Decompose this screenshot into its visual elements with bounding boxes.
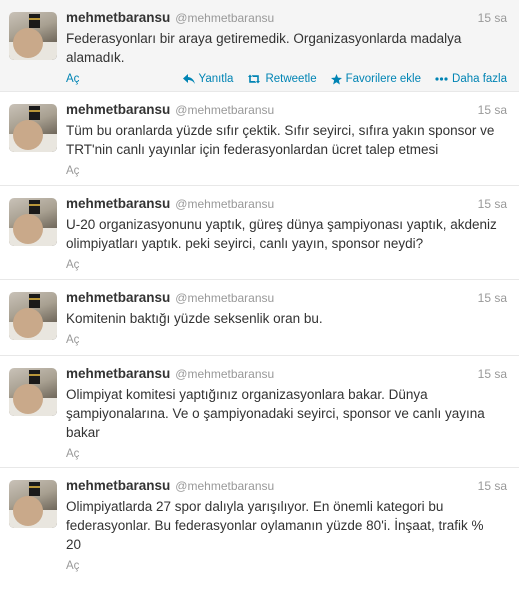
tweet-timestamp[interactable]: 15 sa: [478, 291, 507, 305]
tweet-footer: Aç: [66, 446, 507, 462]
tweet-text: Tüm bu oranlarda yüzde sıfır çektik. Sıf…: [66, 123, 495, 157]
retweet-icon: [248, 74, 261, 84]
avatar[interactable]: [9, 104, 57, 152]
tweet-text: U-20 organizasyonunu yaptık, güreş dünya…: [66, 217, 497, 251]
favorite-label: Favorilere ekle: [345, 73, 422, 85]
reply-icon: [182, 74, 195, 84]
tweet-username[interactable]: @mehmetbaransu: [175, 479, 274, 493]
tweet-header: mehmetbaransu @mehmetbaransu: [66, 10, 507, 28]
favorite-button[interactable]: Favorilere ekle: [330, 73, 422, 85]
expand-link[interactable]: Aç: [66, 73, 79, 85]
tweet-header: mehmetbaransu @mehmetbaransu: [66, 196, 507, 214]
retweet-button[interactable]: Retweetle: [247, 73, 317, 85]
tweet-footer: Aç: [66, 257, 507, 273]
tweet-timestamp[interactable]: 15 sa: [478, 103, 507, 117]
tweet-fullname[interactable]: mehmetbaransu: [66, 102, 170, 117]
expand-link[interactable]: Aç: [66, 259, 79, 271]
tweet-fullname[interactable]: mehmetbaransu: [66, 196, 170, 211]
tweet-username[interactable]: @mehmetbaransu: [175, 291, 274, 305]
expand-link[interactable]: Aç: [66, 165, 79, 177]
tweet-timestamp[interactable]: 15 sa: [478, 197, 507, 211]
tweet-username[interactable]: @mehmetbaransu: [175, 11, 274, 25]
tweet-footer: Aç: [66, 332, 507, 348]
tweet-item[interactable]: mehmetbaransu @mehmetbaransu 15 sa Komit…: [0, 280, 519, 356]
tweet-timestamp[interactable]: 15 sa: [478, 367, 507, 381]
tweet-item[interactable]: mehmetbaransu @mehmetbaransu 15 sa Olimp…: [0, 468, 519, 591]
avatar[interactable]: [9, 198, 57, 246]
retweet-label: Retweetle: [265, 73, 317, 85]
more-icon: [435, 77, 448, 81]
tweet-header: mehmetbaransu @mehmetbaransu: [66, 366, 507, 384]
tweet-fullname[interactable]: mehmetbaransu: [66, 478, 170, 493]
tweet-text: Federasyonları bir araya getiremedik. Or…: [66, 31, 462, 65]
tweet-text: Komitenin baktığı yüzde seksenlik oran b…: [66, 311, 323, 326]
tweet-header: mehmetbaransu @mehmetbaransu: [66, 102, 507, 120]
avatar[interactable]: [9, 12, 57, 60]
tweet-timestamp[interactable]: 15 sa: [478, 11, 507, 25]
tweet-text: Olimpiyat komitesi yaptığınız organizasy…: [66, 387, 485, 440]
tweet-fullname[interactable]: mehmetbaransu: [66, 10, 170, 25]
star-icon: [330, 73, 342, 85]
tweet-actions: Yanıtla Retweetle Favorilere ekle Daha f…: [182, 73, 507, 85]
avatar[interactable]: [9, 480, 57, 528]
expand-link[interactable]: Aç: [66, 560, 79, 572]
tweet-fullname[interactable]: mehmetbaransu: [66, 290, 170, 305]
tweet-username[interactable]: @mehmetbaransu: [175, 197, 274, 211]
tweet-footer: Aç Yanıtla Retweetle Favorilere ekle Dah…: [66, 71, 507, 87]
tweet-username[interactable]: @mehmetbaransu: [175, 367, 274, 381]
tweet-item[interactable]: mehmetbaransu @mehmetbaransu 15 sa Tüm b…: [0, 92, 519, 186]
more-label: Daha fazla: [452, 73, 507, 85]
tweet-item[interactable]: mehmetbaransu @mehmetbaransu 15 sa Feder…: [0, 0, 519, 92]
tweet-text: Olimpiyatlarda 27 spor dalıyla yarışılıy…: [66, 499, 484, 552]
tweet-fullname[interactable]: mehmetbaransu: [66, 366, 170, 381]
tweet-header: mehmetbaransu @mehmetbaransu: [66, 478, 507, 496]
tweet-footer: Aç: [66, 558, 507, 574]
tweet-timestamp[interactable]: 15 sa: [478, 479, 507, 493]
tweet-item[interactable]: mehmetbaransu @mehmetbaransu 15 sa Olimp…: [0, 356, 519, 468]
reply-label: Yanıtla: [198, 73, 234, 85]
tweet-item[interactable]: mehmetbaransu @mehmetbaransu 15 sa U-20 …: [0, 186, 519, 280]
more-button[interactable]: Daha fazla: [435, 73, 507, 85]
tweet-username[interactable]: @mehmetbaransu: [175, 103, 274, 117]
tweet-timeline: mehmetbaransu @mehmetbaransu 15 sa Feder…: [0, 0, 519, 591]
avatar[interactable]: [9, 292, 57, 340]
reply-button[interactable]: Yanıtla: [182, 73, 234, 85]
expand-link[interactable]: Aç: [66, 334, 79, 346]
tweet-footer: Aç: [66, 163, 507, 179]
tweet-header: mehmetbaransu @mehmetbaransu: [66, 290, 507, 308]
expand-link[interactable]: Aç: [66, 448, 79, 460]
avatar[interactable]: [9, 368, 57, 416]
